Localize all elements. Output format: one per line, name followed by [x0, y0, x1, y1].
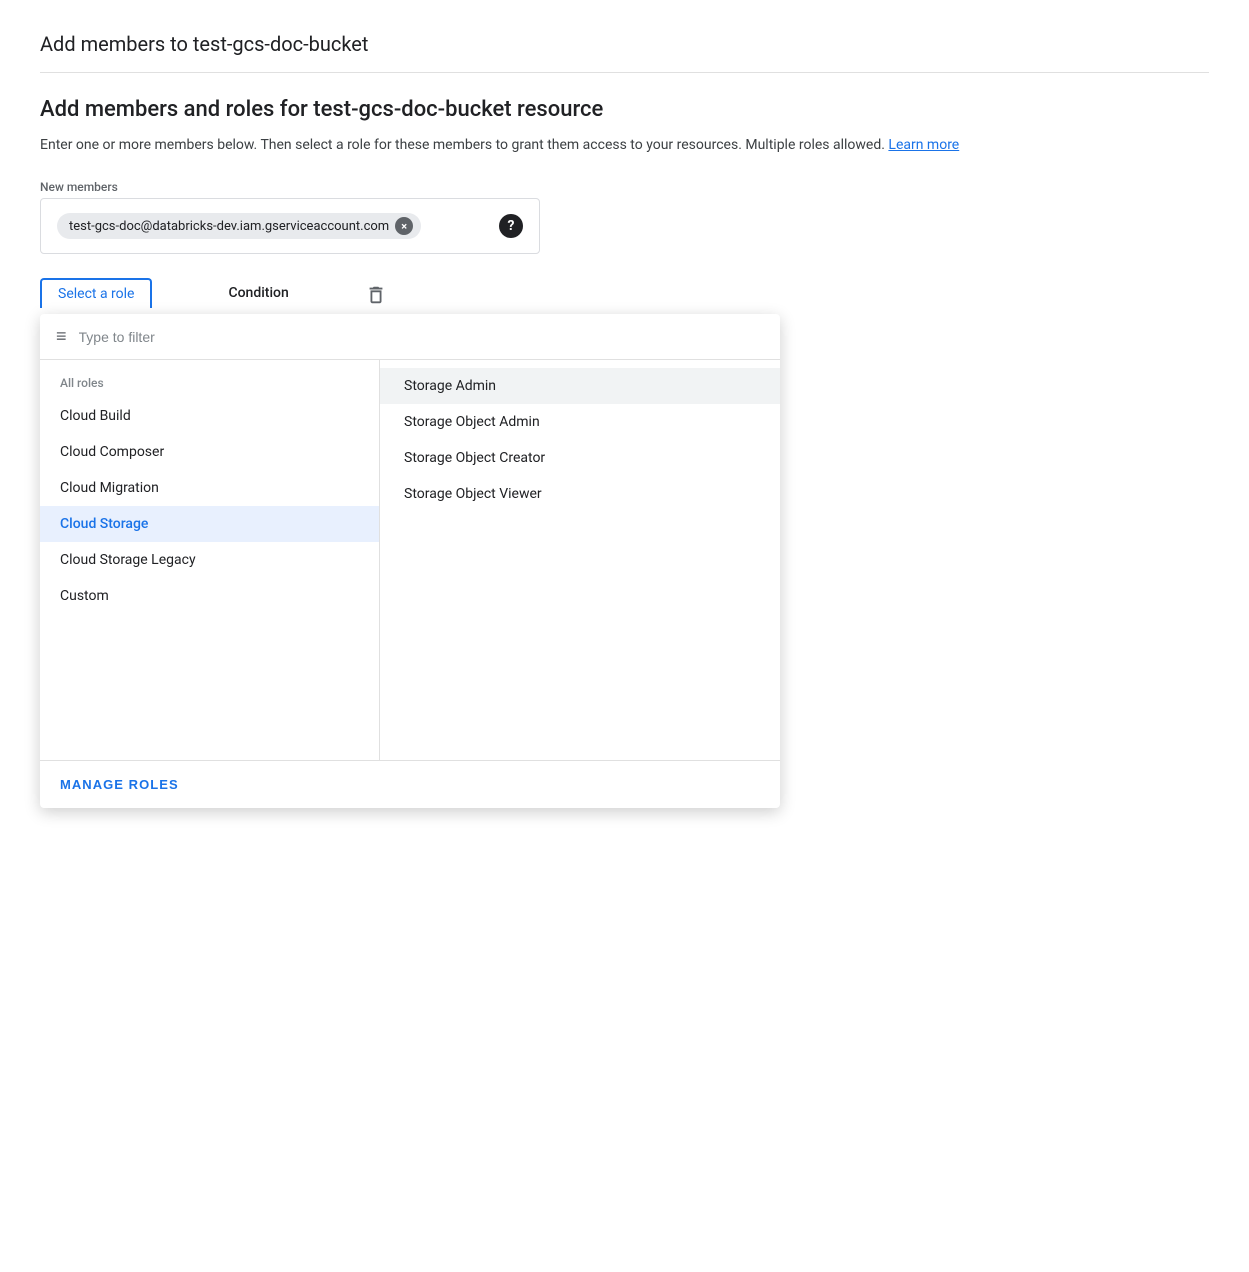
filter-row: ≡ — [40, 314, 780, 360]
member-chip: test-gcs-doc@databricks-dev.iam.gservice… — [57, 213, 421, 239]
select-role-button[interactable]: Select a role — [40, 278, 152, 308]
right-panel-item-storage-object-admin[interactable]: Storage Object Admin — [380, 404, 780, 440]
manage-roles-button[interactable]: MANAGE ROLES — [60, 773, 179, 796]
right-panel-item-storage-admin[interactable]: Storage Admin — [380, 368, 780, 404]
left-panel: All roles Cloud BuildCloud ComposerCloud… — [40, 360, 380, 760]
left-panel-item-cloud-build[interactable]: Cloud Build — [40, 398, 379, 434]
right-panel-item-storage-object-viewer[interactable]: Storage Object Viewer — [380, 476, 780, 512]
description-text: Enter one or more members below. Then se… — [40, 134, 1209, 156]
condition-label: Condition — [212, 279, 304, 307]
filter-input[interactable] — [79, 329, 764, 345]
chip-email: test-gcs-doc@databricks-dev.iam.gservice… — [69, 219, 389, 234]
right-panel-item-storage-object-creator[interactable]: Storage Object Creator — [380, 440, 780, 476]
select-role-area: Select a role Condition ≡ All roles Clou… — [40, 278, 305, 308]
left-panel-item-custom[interactable]: Custom — [40, 578, 379, 614]
members-input-box[interactable]: test-gcs-doc@databricks-dev.iam.gservice… — [40, 198, 540, 254]
left-panel-item-cloud-storage[interactable]: Cloud Storage — [40, 506, 379, 542]
left-panel-header: All roles — [40, 376, 379, 398]
filter-icon: ≡ — [56, 326, 67, 347]
learn-more-link[interactable]: Learn more — [888, 137, 959, 153]
new-members-label: New members — [40, 180, 1209, 194]
dropdown-body: All roles Cloud BuildCloud ComposerCloud… — [40, 360, 780, 760]
help-icon[interactable]: ? — [499, 214, 523, 238]
new-members-section: New members test-gcs-doc@databricks-dev.… — [40, 180, 1209, 254]
left-panel-item-cloud-storage-legacy[interactable]: Cloud Storage Legacy — [40, 542, 379, 578]
page-title: Add members to test-gcs-doc-bucket — [40, 32, 1209, 73]
dropdown-footer: MANAGE ROLES — [40, 760, 780, 808]
right-panel: Storage AdminStorage Object AdminStorage… — [380, 360, 780, 760]
roles-row: Select a role Condition ≡ All roles Clou… — [40, 278, 1209, 311]
left-panel-item-cloud-migration[interactable]: Cloud Migration — [40, 470, 379, 506]
section-title: Add members and roles for test-gcs-doc-b… — [40, 97, 1209, 122]
role-dropdown: ≡ All roles Cloud BuildCloud ComposerClo… — [40, 314, 780, 808]
left-panel-item-cloud-composer[interactable]: Cloud Composer — [40, 434, 379, 470]
delete-role-icon[interactable] — [365, 287, 387, 311]
chip-close-button[interactable]: × — [395, 217, 413, 235]
